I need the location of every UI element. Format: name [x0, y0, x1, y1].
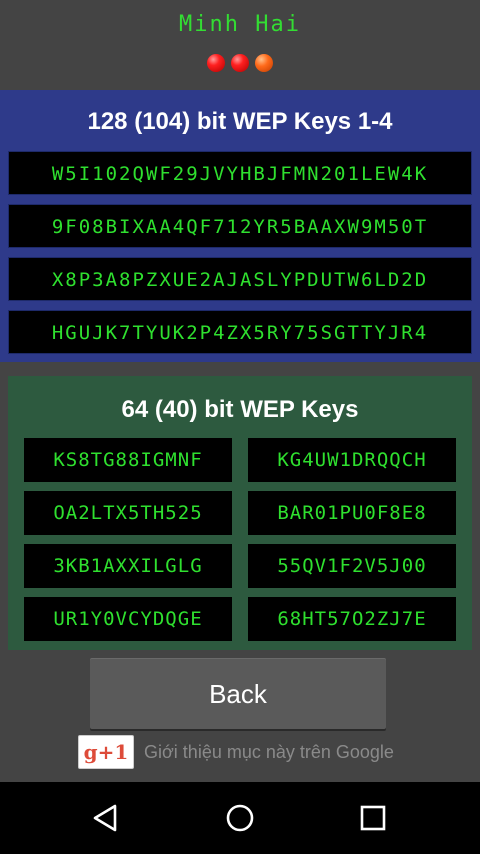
back-button[interactable]: Back: [90, 659, 386, 729]
gplus-recommend-text: Giới thiệu mục này trên Google: [144, 741, 394, 762]
recents-square-icon: [360, 805, 386, 831]
wep128-key-2[interactable]: 9F08BIXAA4QF712YR5BAAXW9M50T: [8, 204, 472, 248]
nav-home-button[interactable]: [220, 798, 260, 838]
nav-back-button[interactable]: [86, 798, 126, 838]
status-dot-icon: [207, 54, 225, 72]
wep128-section: 128 (104) bit WEP Keys 1-4 W5I102QWF29JV…: [0, 90, 480, 362]
wep64-key-6[interactable]: 55QV1F2V5J00: [248, 544, 456, 588]
wep64-key-2[interactable]: KG4UW1DRQQCH: [248, 438, 456, 482]
status-dot-icon: [231, 54, 249, 72]
user-name: Minh Hai: [179, 12, 301, 37]
gplus-row: g+1 Giới thiệu mục này trên Google: [78, 734, 394, 770]
wep128-title: 128 (104) bit WEP Keys 1-4: [87, 108, 393, 135]
wep64-key-3[interactable]: OA2LTX5TH525: [24, 491, 232, 535]
wep128-key-3[interactable]: X8P3A8PZXUE2AJASLYPDUTW6LD2D: [8, 257, 472, 301]
wep64-key-8[interactable]: 68HT57O2ZJ7E: [248, 597, 456, 641]
status-dots: [0, 54, 480, 72]
header: Minh Hai: [0, 0, 480, 90]
wep128-key-1[interactable]: W5I102QWF29JVYHBJFMN201LEW4K: [8, 151, 472, 195]
wep64-key-7[interactable]: UR1Y0VCYDQGE: [24, 597, 232, 641]
wep64-title: 64 (40) bit WEP Keys: [121, 396, 359, 423]
wep64-key-1[interactable]: KS8TG88IGMNF: [24, 438, 232, 482]
gplus-one-button[interactable]: g+1: [78, 735, 134, 769]
status-dot-icon: [255, 54, 273, 72]
wep128-key-4[interactable]: HGUJK7TYUK2P4ZX5RY75SGTTYJR4: [8, 310, 472, 354]
nav-recents-button[interactable]: [353, 798, 393, 838]
back-triangle-icon: [93, 804, 117, 832]
system-nav-bar: [0, 782, 480, 854]
wep64-key-5[interactable]: 3KB1AXXILGLG: [24, 544, 232, 588]
wep64-key-4[interactable]: BAR01PU0F8E8: [248, 491, 456, 535]
wep64-section: 64 (40) bit WEP Keys KS8TG88IGMNF KG4UW1…: [8, 376, 472, 650]
home-circle-icon: [226, 804, 254, 832]
